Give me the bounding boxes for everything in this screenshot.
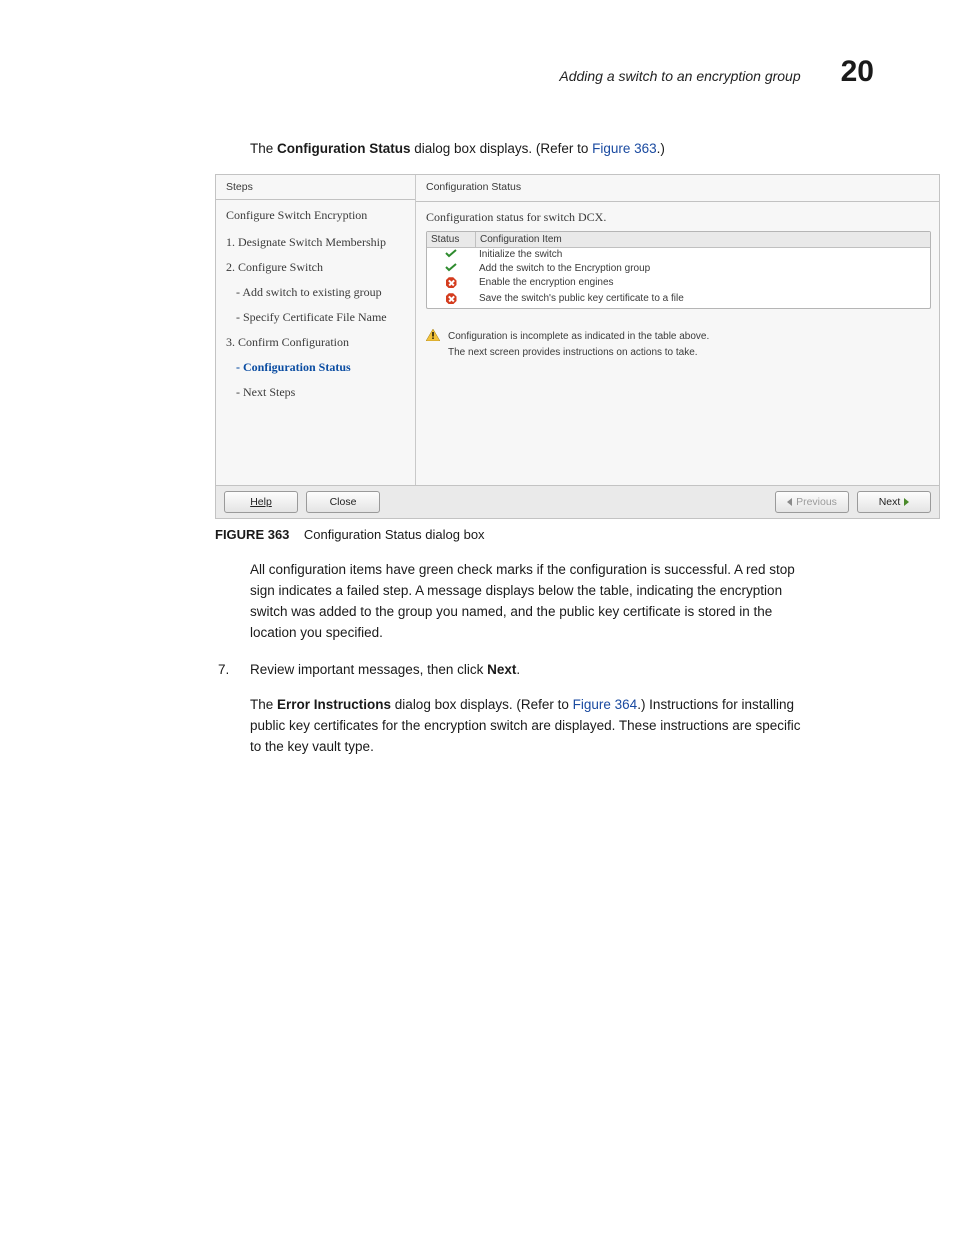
col-status: Status (427, 232, 476, 247)
status-table: Status Configuration Item Initialize the… (426, 231, 931, 309)
text: The (250, 141, 277, 156)
stop-icon (446, 277, 457, 288)
text: .) (657, 141, 665, 156)
figure-caption: FIGURE 363 Configuration Status dialog b… (215, 527, 884, 542)
col-item: Configuration Item (476, 232, 930, 247)
step-item: - Specify Certificate File Name (236, 310, 405, 325)
help-button[interactable]: Help (224, 491, 298, 513)
text: dialog box displays. (Refer to (411, 141, 593, 156)
warning-icon (426, 329, 440, 341)
step-item: 3. Confirm Configuration (226, 335, 405, 350)
chevron-right-icon (904, 498, 909, 506)
steps-heading: Configure Switch Encryption (226, 208, 405, 223)
step-item: 1. Designate Switch Membership (226, 235, 405, 250)
text: Review important messages, then click (250, 662, 487, 677)
next-button[interactable]: Next (857, 491, 931, 513)
text-bold: Configuration Status (277, 141, 411, 156)
text: The (250, 697, 277, 712)
text: dialog box displays. (Refer to (391, 697, 573, 712)
table-row: Add the switch to the Encryption group (427, 262, 930, 276)
check-icon (445, 263, 457, 272)
figure-link[interactable]: Figure 364 (573, 697, 638, 712)
close-button[interactable]: Close (306, 491, 380, 513)
text-bold: Error Instructions (277, 697, 391, 712)
text-bold: Next (487, 662, 516, 677)
config-item: Add the switch to the Encryption group (475, 262, 930, 276)
chevron-left-icon (787, 498, 792, 506)
warning-message: Configuration is incomplete as indicated… (426, 329, 929, 361)
figure-text: Configuration Status dialog box (304, 527, 485, 542)
config-item: Save the switch's public key certificate… (475, 292, 930, 308)
step-item: 2. Configure Switch (226, 260, 405, 275)
intro-paragraph: The Configuration Status dialog box disp… (250, 139, 884, 159)
page-header: Adding a switch to an encryption group 2… (70, 55, 884, 89)
step-item: - Add switch to existing group (236, 285, 405, 300)
step-item-current: - Configuration Status (236, 360, 405, 375)
steps-panel-title: Steps (226, 181, 405, 193)
table-row: Save the switch's public key certificate… (427, 292, 930, 308)
status-panel: Configuration Status Configuration statu… (416, 175, 939, 485)
body-paragraph: All configuration items have green check… (250, 560, 814, 644)
warning-line: The next screen provides instructions on… (448, 345, 709, 361)
check-icon (445, 249, 457, 258)
config-status-dialog: Steps Configure Switch Encryption 1. Des… (215, 174, 940, 519)
figure-link[interactable]: Figure 363 (592, 141, 657, 156)
table-row: Initialize the switch (427, 248, 930, 262)
step-item: - Next Steps (236, 385, 405, 400)
header-title: Adding a switch to an encryption group (559, 68, 800, 84)
stop-icon (446, 293, 457, 304)
table-header: Status Configuration Item (427, 232, 930, 248)
previous-button: Previous (775, 491, 849, 513)
warning-line: Configuration is incomplete as indicated… (448, 329, 709, 345)
dialog-footer: Help Close Previous Next (216, 485, 939, 518)
config-item: Initialize the switch (475, 248, 930, 262)
chapter-number: 20 (841, 55, 874, 89)
text: . (516, 662, 520, 677)
status-panel-title: Configuration Status (426, 181, 929, 193)
status-caption: Configuration status for switch DCX. (426, 210, 929, 225)
table-row: Enable the encryption engines (427, 276, 930, 292)
figure-label: FIGURE 363 (215, 527, 289, 542)
list-number: 7. (218, 660, 250, 681)
steps-panel: Steps Configure Switch Encryption 1. Des… (216, 175, 416, 485)
config-item: Enable the encryption engines (475, 276, 930, 292)
body-paragraph: The Error Instructions dialog box displa… (250, 695, 814, 758)
list-item-7: 7. Review important messages, then click… (218, 660, 814, 681)
